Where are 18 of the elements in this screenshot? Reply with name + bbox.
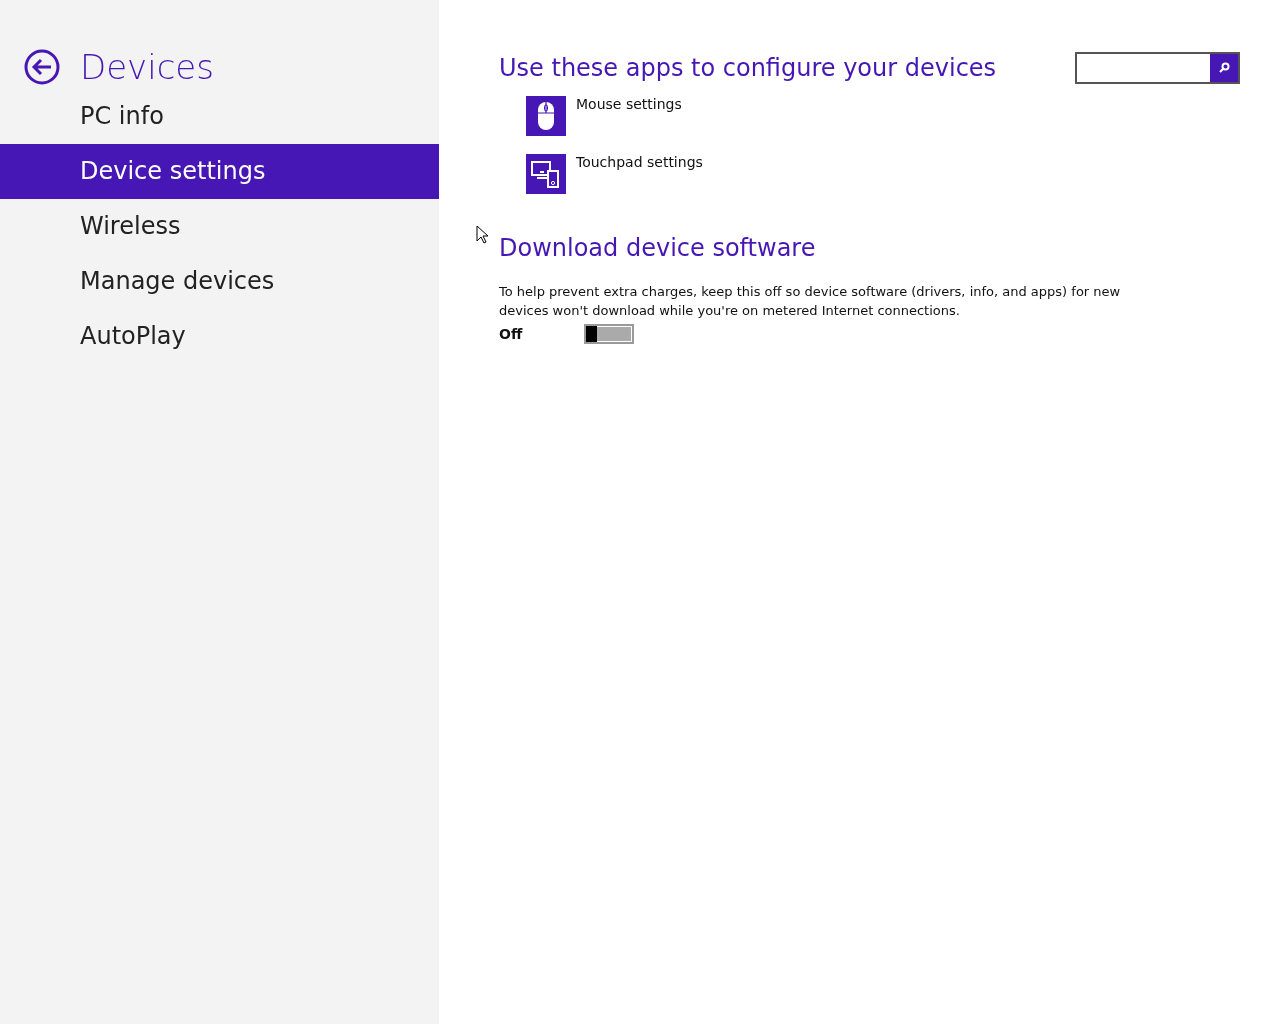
section-heading: Use these apps to configure your devices <box>499 54 997 82</box>
nav-item[interactable]: Device settings <box>0 144 439 199</box>
mouse-icon[interactable] <box>526 96 566 136</box>
toggle-switch[interactable] <box>584 324 634 344</box>
page-title: Devices <box>80 47 214 87</box>
section-heading: Download device software <box>499 234 817 262</box>
search-icon[interactable] <box>1210 54 1238 82</box>
nav-item[interactable]: AutoPlay <box>0 309 439 364</box>
mouse-cursor-icon <box>476 225 488 244</box>
nav-item[interactable]: PC info <box>0 89 439 144</box>
app-link[interactable]: Mouse settings <box>576 96 682 112</box>
devices-icon[interactable] <box>526 154 566 194</box>
toggle-label: Off <box>499 326 524 342</box>
description-text: To help prevent extra charges, keep this off so device software (drivers, info, and apps) for new devices won't download while you're on metered Internet connections. <box>499 283 1122 320</box>
app-link[interactable]: Touchpad settings <box>576 154 703 170</box>
search-field[interactable] <box>1075 52 1240 84</box>
nav-item[interactable]: Manage devices <box>0 254 439 309</box>
nav-item[interactable]: Wireless <box>0 199 439 254</box>
